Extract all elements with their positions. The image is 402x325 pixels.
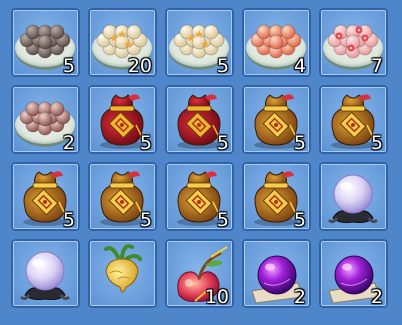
inventory-grid: 5 20 5 4 7 2 5 5 5 5 5 5 5 5 10 2 2 <box>0 0 402 325</box>
golden-radish-icon <box>104 244 142 293</box>
inventory-slot[interactable]: 5 <box>11 8 80 77</box>
inventory-slot[interactable] <box>88 239 157 308</box>
item-count: 5 <box>139 132 152 154</box>
crystal-orb-stand-icon <box>19 251 71 301</box>
item-count: 5 <box>216 55 229 77</box>
inventory-slot[interactable]: 5 <box>88 162 157 231</box>
inventory-slot[interactable]: 5 <box>319 85 388 154</box>
item-count: 5 <box>216 209 229 231</box>
inventory-slot[interactable]: 5 <box>11 162 80 231</box>
item-count: 5 <box>293 132 306 154</box>
inventory-slot[interactable]: 10 <box>165 239 234 308</box>
inventory-slot[interactable]: 5 <box>165 85 234 154</box>
item-count: 2 <box>370 286 383 308</box>
inventory-slot[interactable]: 5 <box>242 162 311 231</box>
crystal-orb-stand-icon <box>327 174 379 224</box>
item-count: 5 <box>139 209 152 231</box>
inventory-slot[interactable] <box>11 239 80 308</box>
inventory-slot[interactable]: 20 <box>88 8 157 77</box>
inventory-slot[interactable]: 2 <box>319 239 388 308</box>
item-count: 10 <box>204 286 229 308</box>
inventory-slot[interactable]: 5 <box>88 85 157 154</box>
inventory-slot[interactable] <box>319 162 388 231</box>
inventory-slot[interactable]: 5 <box>242 85 311 154</box>
item-count: 20 <box>127 55 152 77</box>
inventory-slot[interactable]: 2 <box>11 85 80 154</box>
inventory-slot[interactable]: 5 <box>165 8 234 77</box>
item-count: 5 <box>216 132 229 154</box>
item-count: 5 <box>370 132 383 154</box>
inventory-slot[interactable]: 5 <box>165 162 234 231</box>
item-count: 5 <box>62 55 75 77</box>
item-count: 2 <box>293 286 306 308</box>
item-count: 7 <box>370 55 383 77</box>
inventory-slot[interactable]: 7 <box>319 8 388 77</box>
inventory-slot[interactable]: 4 <box>242 8 311 77</box>
item-count: 4 <box>293 55 306 77</box>
item-count: 5 <box>62 209 75 231</box>
item-count: 5 <box>293 209 306 231</box>
inventory-slot[interactable]: 2 <box>242 239 311 308</box>
item-count: 2 <box>62 132 75 154</box>
